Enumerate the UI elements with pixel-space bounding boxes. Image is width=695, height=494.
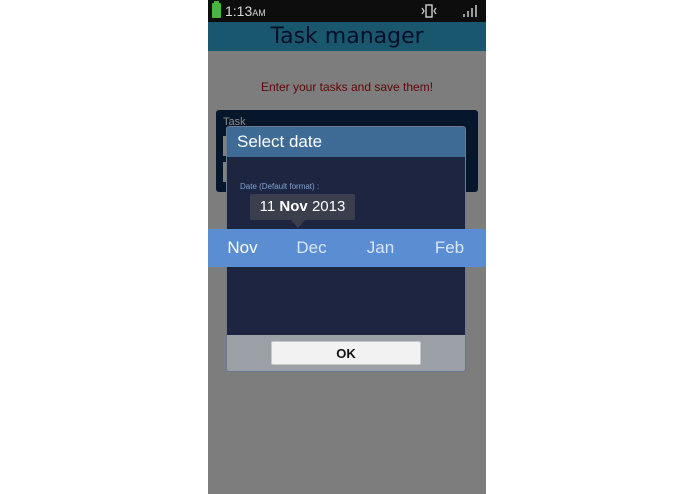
date-format-label: Date (Default format) : xyxy=(240,182,320,191)
date-pointer xyxy=(291,220,305,228)
dialog-header: Select date xyxy=(227,127,465,157)
date-month: Nov xyxy=(279,198,308,215)
status-ampm: AM xyxy=(252,8,266,18)
status-bar: 1:13AM xyxy=(208,0,486,22)
month-picker-strip[interactable]: Nov Dec Jan Feb xyxy=(208,229,486,267)
month-item-jan[interactable]: Jan xyxy=(346,229,415,267)
ok-button[interactable]: OK xyxy=(271,341,421,365)
date-year: 2013 xyxy=(311,198,346,215)
signal-icon xyxy=(463,5,477,17)
vibrate-icon xyxy=(421,4,437,18)
dialog-footer: OK xyxy=(227,335,465,371)
battery-icon xyxy=(212,1,221,18)
status-time: 1:13AM xyxy=(225,3,266,21)
date-day: 11 xyxy=(259,198,276,215)
month-item-dec[interactable]: Dec xyxy=(277,229,346,267)
status-time-value: 1:13 xyxy=(225,3,253,19)
selected-date-display: 11 Nov 2013 xyxy=(250,194,355,220)
phone-screen: 1:13AM Task manager Enter your tasks and… xyxy=(208,0,486,494)
month-item-feb[interactable]: Feb xyxy=(415,229,484,267)
dialog-title: Select date xyxy=(237,132,323,151)
month-item-nov[interactable]: Nov xyxy=(208,229,277,267)
